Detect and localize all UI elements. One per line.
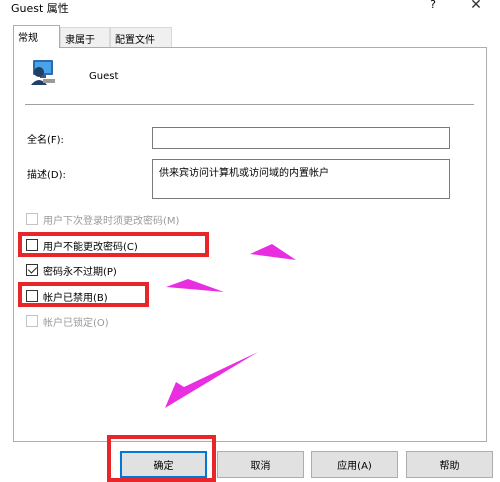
tab-general[interactable]: 常规 — [13, 25, 60, 48]
apply-button-label: 应用(A) — [337, 461, 372, 472]
help-button[interactable]: 帮助 — [406, 451, 493, 478]
ok-button[interactable]: 确定 — [120, 451, 207, 478]
close-icon[interactable]: ✕ — [467, 0, 485, 15]
checkbox-label: 帐户已锁定(O) — [43, 317, 109, 329]
help-icon[interactable]: ? — [426, 0, 440, 14]
apply-button[interactable]: 应用(A) — [311, 451, 398, 478]
checkbox-label: 密码永不过期(P) — [43, 266, 117, 278]
help-button-label: 帮助 — [439, 461, 460, 472]
checkbox-box[interactable] — [26, 264, 38, 276]
username-text: Guest — [89, 71, 119, 82]
cancel-button-label: 取消 — [250, 461, 271, 472]
tab-general-label: 常规 — [18, 33, 38, 44]
tab-profile-label: 配置文件 — [115, 35, 155, 46]
fullname-input[interactable] — [152, 127, 450, 149]
user-account-icon — [31, 60, 55, 85]
title-bar: Guest 属性 ? ✕ — [0, 0, 500, 16]
fullname-label: 全名(F): — [27, 135, 64, 146]
tab-member-of[interactable]: 隶属于 — [60, 27, 110, 47]
checkbox-must-change-password[interactable]: 用户下次登录时须更改密码(M) — [26, 212, 180, 227]
highlight-box-account-disabled — [18, 282, 149, 307]
description-label: 描述(D): — [27, 170, 66, 181]
checkbox-password-never-expires[interactable]: 密码永不过期(P) — [26, 263, 117, 278]
divider — [25, 104, 474, 105]
tab-member-of-label: 隶属于 — [65, 35, 95, 46]
window-title: Guest 属性 — [11, 2, 69, 15]
checkbox-account-locked[interactable]: 帐户已锁定(O) — [26, 314, 109, 329]
tab-profile[interactable]: 配置文件 — [110, 27, 172, 47]
checkbox-box[interactable] — [26, 315, 38, 327]
highlight-box-cannot-change-password — [18, 232, 209, 257]
description-input[interactable]: 供来宾访问计算机或访问域的内置帐户 — [152, 159, 450, 199]
cancel-button[interactable]: 取消 — [217, 451, 304, 478]
checkbox-label: 用户下次登录时须更改密码(M) — [43, 215, 180, 227]
checkbox-box[interactable] — [26, 213, 38, 225]
ok-button-label: 确定 — [153, 461, 174, 472]
